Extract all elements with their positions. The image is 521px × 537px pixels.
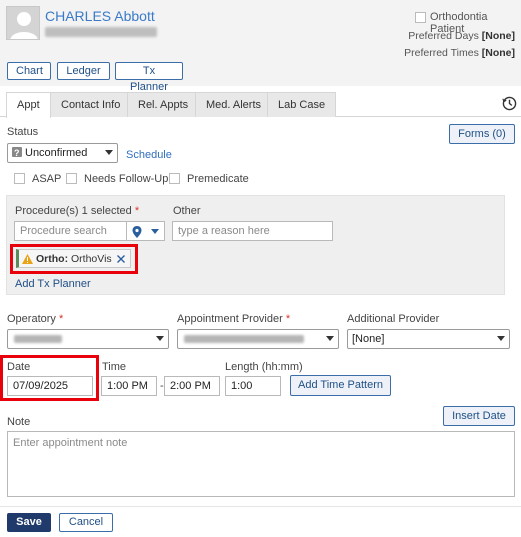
date-input[interactable]: 07/09/2025	[7, 376, 93, 396]
additional-provider-value: [None]	[352, 333, 385, 345]
operatory-label-text: Operatory	[7, 313, 56, 325]
patient-name[interactable]: CHARLES Abbott	[45, 8, 155, 24]
preferred-days: Preferred Days [None]	[408, 30, 515, 42]
chart-button[interactable]: Chart	[7, 62, 51, 80]
additional-provider-label: Additional Provider	[347, 313, 440, 325]
add-time-pattern-button[interactable]: Add Time Pattern	[290, 375, 391, 396]
close-icon[interactable]	[117, 255, 125, 263]
operatory-value-redacted	[14, 335, 62, 343]
procedures-title: Procedure(s)	[15, 205, 79, 217]
other-label: Other	[173, 205, 201, 217]
preferred-days-value: [None]	[481, 30, 515, 42]
history-clock-icon[interactable]	[502, 96, 517, 111]
other-reason-input[interactable]: type a reason here	[172, 221, 333, 241]
ledger-button[interactable]: Ledger	[57, 62, 110, 80]
asap-label: ASAP	[32, 173, 62, 185]
insert-date-button[interactable]: Insert Date	[443, 406, 515, 426]
tab-rel-appts[interactable]: Rel. Appts	[127, 92, 200, 117]
forms-button[interactable]: Forms (0)	[449, 124, 515, 144]
premedicate-checkbox[interactable]	[169, 173, 180, 184]
appointment-provider-value-redacted	[184, 335, 304, 343]
premedicate-label: Premedicate	[187, 173, 249, 185]
operatory-label: Operatory *	[7, 313, 64, 325]
preferred-times: Preferred Times [None]	[404, 47, 515, 59]
follow-up-label: Needs Follow-Up	[84, 173, 169, 185]
orthodontia-checkbox[interactable]	[415, 12, 426, 23]
schedule-link[interactable]: Schedule	[126, 149, 172, 161]
status-select[interactable]: ? Unconfirmed	[7, 143, 118, 163]
add-tx-planner-link[interactable]: Add Tx Planner	[15, 278, 91, 290]
status-label: Status	[7, 126, 39, 138]
start-time-input[interactable]: 1:00 PM	[101, 376, 157, 396]
preferred-days-label: Preferred Days	[408, 30, 479, 42]
additional-provider-select[interactable]: [None]	[347, 329, 510, 349]
procedures-label: Procedure(s) 1 selected *	[15, 205, 140, 217]
appointment-provider-label-text: Appointment Provider	[177, 313, 283, 325]
other-reason-placeholder: type a reason here	[178, 225, 270, 237]
procedures-count: 1 selected	[81, 205, 132, 217]
avatar	[6, 6, 40, 40]
chevron-down-icon	[105, 150, 113, 155]
cancel-button[interactable]: Cancel	[59, 513, 113, 532]
appointment-provider-select[interactable]	[177, 329, 339, 349]
status-value: Unconfirmed	[25, 147, 88, 159]
asap-checkbox[interactable]	[14, 173, 25, 184]
end-time-input[interactable]: 2:00 PM	[164, 376, 220, 396]
preferred-times-label: Preferred Times	[404, 47, 479, 59]
tx-planner-button[interactable]: Tx Planner	[115, 62, 183, 93]
operatory-select[interactable]	[7, 329, 169, 349]
note-textarea[interactable]: Enter appointment note	[7, 431, 515, 497]
status-unconfirmed-icon: ?	[12, 147, 22, 158]
chevron-down-icon	[151, 229, 159, 234]
date-label: Date	[7, 361, 31, 373]
procedure-chip[interactable]: Ortho: OrthoVis	[16, 249, 131, 268]
procedure-chip-text: Ortho: OrthoVis	[36, 253, 112, 265]
preferred-times-value: [None]	[481, 47, 515, 59]
length-label: Length (hh:mm)	[225, 361, 303, 373]
tab-contact-info[interactable]: Contact Info	[50, 92, 132, 117]
tab-med-alerts[interactable]: Med. Alerts	[195, 92, 273, 117]
appointment-provider-label: Appointment Provider *	[177, 313, 291, 325]
tab-appt[interactable]: Appt	[6, 92, 51, 118]
procedure-chip-label: Ortho:	[36, 253, 69, 265]
procedure-search-placeholder: Procedure search	[20, 225, 107, 237]
chevron-down-icon	[497, 336, 505, 341]
note-placeholder: Enter appointment note	[13, 437, 128, 449]
warning-icon	[22, 254, 33, 264]
map-pin-icon	[132, 226, 142, 238]
chevron-down-icon	[156, 336, 164, 341]
procedure-search-input[interactable]: Procedure search	[14, 221, 127, 241]
follow-up-checkbox[interactable]	[66, 173, 77, 184]
procedure-chip-value: OrthoVis	[71, 253, 112, 265]
patient-details-redacted	[45, 27, 157, 37]
avatar-silhouette-icon	[10, 12, 38, 39]
tab-lab-case[interactable]: Lab Case	[267, 92, 337, 117]
length-input[interactable]: 1:00	[225, 376, 281, 396]
time-label: Time	[102, 361, 127, 373]
note-label: Note	[7, 416, 31, 428]
location-filter-button[interactable]	[127, 221, 165, 241]
chevron-down-icon	[326, 336, 334, 341]
save-button[interactable]: Save	[7, 513, 51, 532]
